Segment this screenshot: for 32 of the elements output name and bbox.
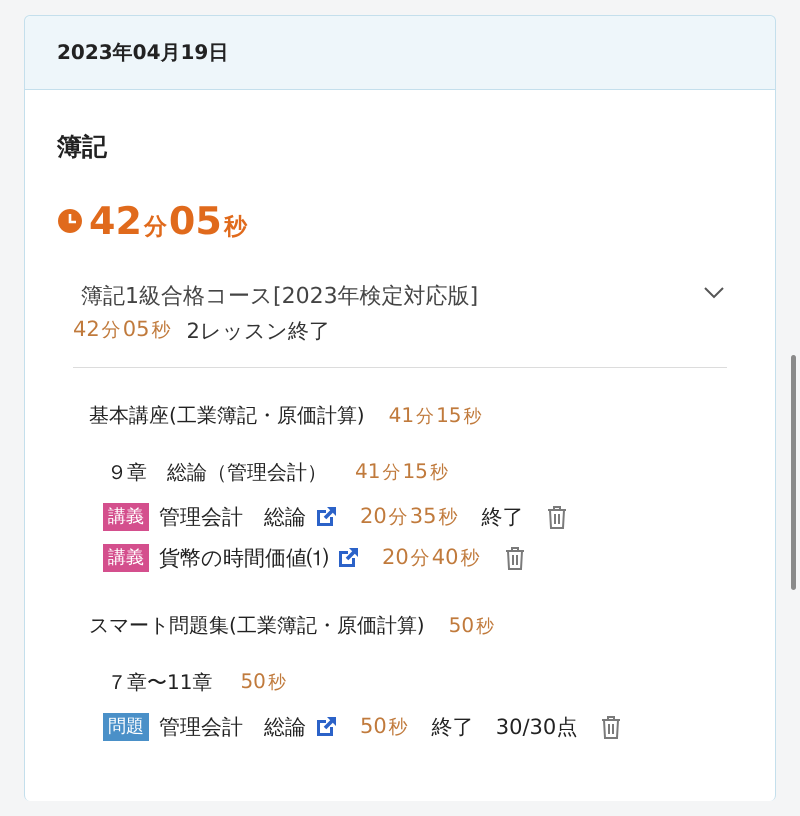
lesson-title: 貨幣の時間価値⑴ [159, 544, 328, 572]
scrollbar[interactable] [791, 355, 796, 590]
course-time: 42分05秒 [73, 317, 172, 343]
lesson-tag: 講義 [103, 502, 149, 530]
date-label: 2023年04月19日 [57, 39, 228, 66]
lesson-time: 20分35秒 [360, 504, 458, 530]
section-title: スマート問題集(工業簿記・原価計算) [89, 612, 425, 639]
lesson-title: 管理会計 総論 [159, 714, 306, 740]
chapter-time: 50秒 [240, 669, 287, 695]
lesson-title: 管理会計 総論 [159, 504, 306, 530]
chapter-title: ９章 総論（管理会計） [107, 459, 327, 486]
trash-icon[interactable] [505, 546, 526, 570]
lesson-time: 20分40秒 [382, 544, 480, 570]
chapter-title: ７章〜11章 [107, 669, 212, 696]
total-time: 42分05秒 [89, 199, 248, 243]
external-link-icon[interactable] [336, 546, 360, 570]
section-time: 50秒 [448, 613, 496, 638]
lesson-status: 終了 [481, 504, 524, 530]
lesson-time: 50秒 [360, 714, 409, 740]
subject-title: 簿記 [57, 131, 108, 163]
course-status: 2レッスン終了 [186, 318, 330, 345]
course-title: 簿記1級合格コース[2023年検定対応版] [81, 283, 478, 311]
lesson-tag: 講義 [103, 544, 149, 572]
external-link-icon[interactable] [314, 714, 338, 738]
external-link-icon[interactable] [314, 504, 338, 528]
lesson-score: 30/30点 [496, 714, 578, 740]
trash-icon[interactable] [547, 504, 568, 528]
lesson-tag: 問題 [103, 712, 149, 740]
lesson-status: 終了 [432, 714, 474, 740]
clock-icon [57, 208, 83, 234]
trash-icon[interactable] [601, 714, 622, 738]
section-title: 基本講座(工業簿記・原価計算) [89, 402, 365, 429]
